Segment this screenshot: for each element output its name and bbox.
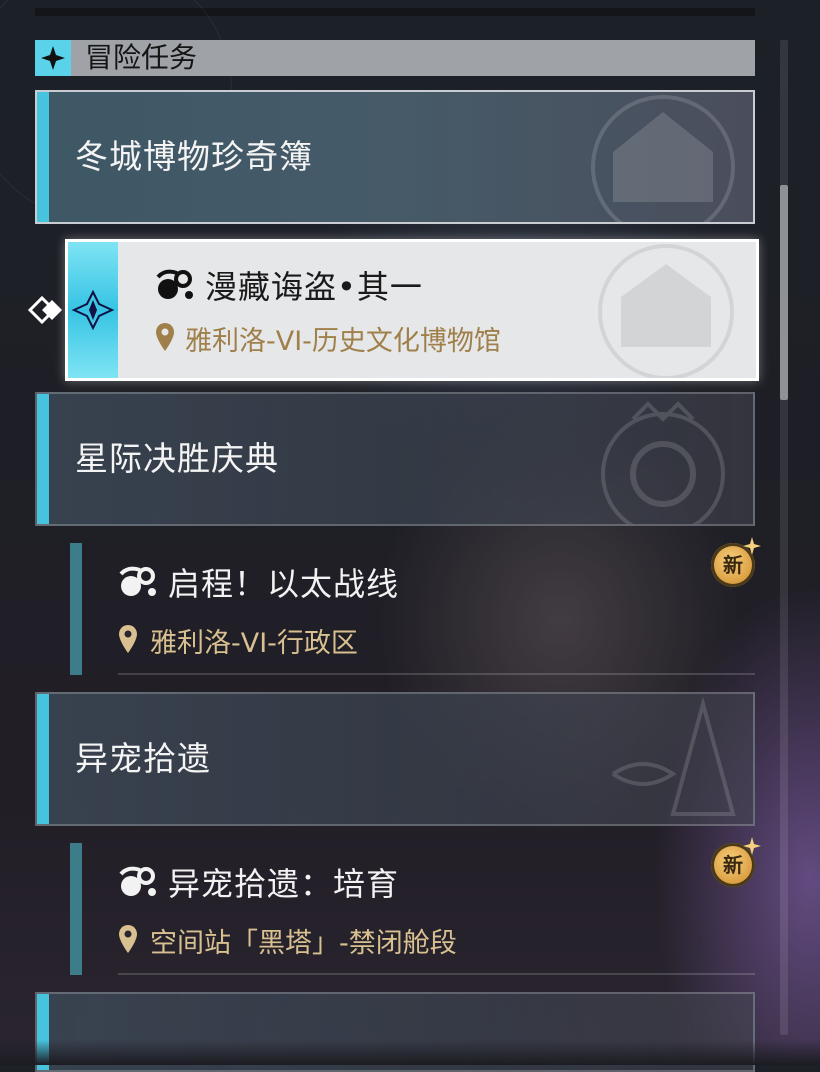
quest-group-pet-gleanings[interactable]: 异宠拾遗 <box>35 692 755 826</box>
quest-title: 异宠拾遗：培育 <box>168 865 400 903</box>
group-accent-bar <box>37 694 49 824</box>
bottom-fade <box>0 1040 820 1065</box>
quest-indicator-bar <box>70 543 82 675</box>
section-header: 冒险任务 <box>35 40 755 76</box>
museum-emblem-icon <box>598 244 734 378</box>
selected-tile <box>68 242 118 378</box>
section-title: 冒险任务 <box>85 41 198 74</box>
quest-location: 空间站「黑塔」-禁闭舱段 <box>150 928 457 959</box>
quest-indicator-bar <box>70 843 82 975</box>
group-title: 异宠拾遗 <box>75 739 211 778</box>
sparkle-icon <box>743 537 761 555</box>
quest-location: 雅利洛-VI-历史文化博物馆 <box>185 326 501 357</box>
quest-group-winter-city[interactable]: 冬城博物珍奇簿 <box>35 90 755 224</box>
quest-group-interstellar-festival[interactable]: 星际决胜庆典 <box>35 392 755 526</box>
quest-type-icon <box>119 866 156 896</box>
sparkle-icon <box>743 837 761 855</box>
location-pin-icon <box>119 925 137 953</box>
group-accent-bar <box>37 394 49 524</box>
crest-emblem-icon <box>601 401 725 524</box>
group-title: 星际决胜庆典 <box>75 439 279 478</box>
museum-emblem-icon <box>591 95 735 222</box>
tower-emblem-icon <box>611 696 736 816</box>
scrollbar-thumb[interactable] <box>780 185 788 400</box>
divider <box>118 673 755 675</box>
location-pin-icon <box>119 625 137 653</box>
diamond-star-icon <box>71 289 115 331</box>
quest-item[interactable]: 异宠拾遗：培育 空间站「黑塔」-禁闭舱段 新 <box>70 837 761 975</box>
new-badge: 新 <box>707 537 761 591</box>
group-title: 冬城博物珍奇簿 <box>75 137 313 176</box>
selection-arrow-icon <box>27 295 62 325</box>
group-accent-bar <box>37 92 49 222</box>
quest-location: 雅利洛-VI-行政区 <box>150 628 358 659</box>
quest-type-icon <box>156 269 193 299</box>
location-pin-icon <box>156 323 174 351</box>
quest-title: 启程！以太战线 <box>168 565 400 603</box>
divider <box>118 973 755 975</box>
quest-item[interactable]: 启程！以太战线 雅利洛-VI-行政区 新 <box>70 537 761 675</box>
diamond-star-icon <box>35 40 71 76</box>
quest-type-icon <box>119 566 156 596</box>
quest-item-selected[interactable]: 漫藏诲盗•其一 雅利洛-VI-历史文化博物馆 <box>65 239 759 381</box>
quest-title: 漫藏诲盗•其一 <box>205 268 423 306</box>
new-badge: 新 <box>707 837 761 891</box>
